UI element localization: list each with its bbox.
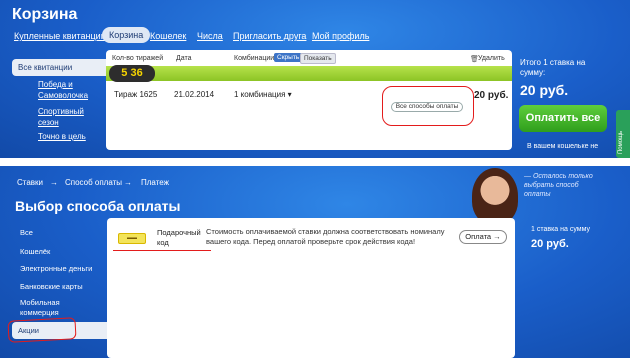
- method-name-line2: код: [157, 238, 169, 247]
- breadcrumb-arrow-1: →: [50, 178, 58, 187]
- sidebar-item-tochno[interactable]: Точно в цель: [38, 131, 98, 142]
- method-filter-e-money[interactable]: Электронные деньги: [20, 264, 92, 273]
- col-date-header: Дата: [176, 55, 192, 62]
- summary-label: 1 ставка на сумму: [531, 226, 590, 233]
- lotto-5-36-logo: 5 36: [109, 65, 155, 82]
- breadcrumb-payment-method[interactable]: Способ оплаты: [65, 178, 122, 187]
- show-toggle[interactable]: Показать: [300, 53, 336, 64]
- draw-number: Тираж 1625: [114, 90, 158, 99]
- underline-annotation: [113, 250, 211, 251]
- page-title: Корзина: [12, 6, 78, 23]
- nav-purchased-receipts[interactable]: Купленные квитанции: [14, 31, 106, 41]
- breadcrumb-payment: Платеж: [141, 178, 169, 187]
- highlight-annotation: [382, 86, 474, 126]
- sidebar-item-all-receipts[interactable]: Все квитанции: [12, 59, 106, 76]
- summary-total: 20 руб.: [531, 238, 569, 250]
- method-filter-wallet[interactable]: Кошелёк: [20, 247, 50, 256]
- promo-text: — Осталось только выбрать способ оплаты: [524, 173, 593, 198]
- sidebar-item-pobeda[interactable]: Победа и Самоволочка: [38, 79, 98, 101]
- promo-woman-image: [472, 168, 518, 224]
- method-filter-all[interactable]: Все: [20, 228, 33, 237]
- total-amount: 20 руб.: [520, 82, 569, 98]
- gift-code-icon: ▬▬: [118, 233, 146, 244]
- total-label: Итого 1 ставка на сумму:: [520, 58, 585, 78]
- lottery-strip: [106, 66, 512, 81]
- method-filter-bank-cards[interactable]: Банковские карты: [20, 282, 83, 291]
- highlight-annotation: [7, 317, 77, 343]
- combos-dropdown[interactable]: 1 комбинация ▾: [234, 90, 292, 99]
- pay-all-button[interactable]: Оплатить все: [519, 105, 607, 132]
- wallet-note: В вашем кошельке не: [527, 143, 599, 150]
- method-name: Подарочный код: [157, 228, 201, 248]
- total-label-line2: сумму:: [520, 68, 546, 77]
- nav-wallet[interactable]: Кошелек: [150, 31, 186, 41]
- help-tab-label: Помощь: [618, 130, 624, 154]
- breadcrumb-bets[interactable]: Ставки: [17, 178, 43, 187]
- draw-date: 21.02.2014: [174, 90, 215, 99]
- cart-screen: Корзина Купленные квитанции Корзина Коше…: [0, 0, 630, 158]
- method-filter-mobile[interactable]: Мобильная коммерция: [20, 298, 80, 318]
- breadcrumb-arrow-2: →: [124, 178, 132, 187]
- gift-code-pay-button[interactable]: Оплата →: [459, 230, 507, 244]
- page-title: Выбор способа оплаты: [15, 198, 181, 214]
- col-draws-header: Кол-во тиражей: [112, 55, 164, 62]
- delete-link[interactable]: Удалить: [478, 55, 505, 62]
- nav-cart[interactable]: Корзина: [102, 27, 151, 43]
- hide-toggle[interactable]: Скрыть: [274, 53, 303, 62]
- sidebar-item-sport-season[interactable]: Спортивный сезон: [38, 106, 98, 128]
- help-tab[interactable]: Помощь: [616, 110, 630, 158]
- payment-method-screen: Ставки → Способ оплаты → Платеж Выбор сп…: [0, 166, 630, 358]
- nav-invite-friend[interactable]: Пригласить друга: [233, 31, 306, 41]
- nav-profile[interactable]: Мой профиль: [312, 31, 369, 41]
- row-price: 20 руб.: [474, 90, 509, 101]
- nav-numbers[interactable]: Числа: [197, 31, 223, 41]
- payment-methods-list: ▬▬ Подарочный код Стоимость оплачиваемой…: [107, 218, 515, 358]
- col-combos-header: Комбинации: [234, 55, 275, 62]
- total-label-line1: Итого 1 ставка на: [520, 58, 586, 67]
- method-description: Стоимость оплачиваемой ставки должна соо…: [206, 227, 445, 246]
- method-name-line1: Подарочный: [157, 228, 201, 237]
